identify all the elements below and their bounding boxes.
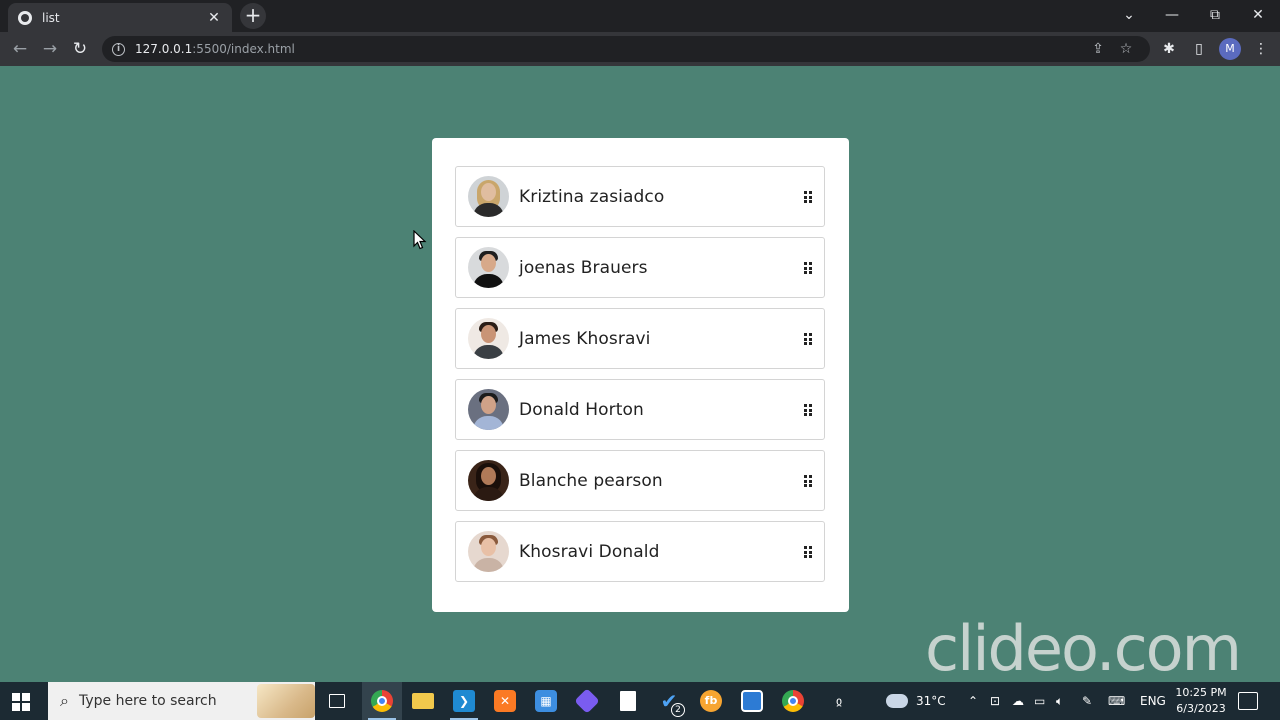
bookmark-star-icon[interactable]: ☆ [1112, 41, 1140, 57]
keyboard-icon[interactable]: ⌨ [1108, 682, 1125, 720]
chrome-taskbar-icon[interactable] [362, 682, 402, 720]
notification-badge: 2 [671, 703, 685, 717]
user-name: joenas Brauers [519, 257, 648, 278]
minimize-button[interactable]: — [1152, 0, 1192, 32]
screen-recorder-icon[interactable] [732, 682, 772, 720]
url-text[interactable]: 127.0.0.1:5500/index.html [135, 42, 1084, 56]
search-highlight-image [257, 684, 315, 718]
drag-handle-icon[interactable] [804, 475, 812, 487]
clipchamp-icon[interactable] [567, 682, 607, 720]
share-icon[interactable]: ⇪ [1084, 41, 1112, 57]
meet-now-icon[interactable]: ⊡ [990, 682, 1000, 720]
xampp-icon[interactable]: ✕ [485, 682, 525, 720]
task-view-icon[interactable] [317, 682, 357, 720]
avatar-james [468, 318, 509, 359]
tab-close-icon[interactable]: ✕ [206, 10, 222, 26]
taskbar-clock[interactable]: 10:25 PM 6/3/2023 [1172, 685, 1230, 717]
url-path: :5500/index.html [192, 42, 295, 56]
address-bar[interactable]: i 127.0.0.1:5500/index.html ⇪ ☆ [102, 36, 1150, 62]
list-item[interactable]: Kriztina zasiadco [455, 166, 825, 227]
reload-button[interactable]: ↻ [67, 36, 93, 62]
user-name: Blanche pearson [519, 470, 663, 491]
fb-app-icon[interactable]: fb [691, 682, 731, 720]
taskbar: ⌕ Type here to search ❯ ✕ ▦ ✔ 2 fb ჲ 31°… [0, 682, 1280, 720]
search-icon: ⌕ [60, 691, 69, 710]
language-indicator[interactable]: ENG [1140, 682, 1166, 720]
avatar-joenas [468, 247, 509, 288]
file-explorer-icon[interactable] [403, 682, 443, 720]
browser-menu-icon[interactable]: ⋮ [1250, 38, 1272, 60]
extensions-icon[interactable]: ✱ [1158, 38, 1180, 60]
taskbar-search[interactable]: ⌕ Type here to search [48, 682, 315, 720]
drag-handle-icon[interactable] [804, 191, 812, 203]
forward-button[interactable]: → [37, 36, 63, 62]
weather-widget[interactable]: 31°C [886, 682, 946, 720]
avatar-kriztina [468, 176, 509, 217]
drag-handle-icon[interactable] [804, 404, 812, 416]
browser-tab-strip: list ✕ + ⌄ — ⧉ ✕ [0, 0, 1280, 32]
notepad-icon[interactable] [608, 682, 648, 720]
list-item[interactable]: James Khosravi [455, 308, 825, 369]
user-list: Kriztina zasiadco joenas Brauers James K… [455, 166, 826, 592]
restore-button[interactable]: ⧉ [1195, 0, 1235, 32]
chrome-profile-taskbar-icon[interactable] [773, 682, 813, 720]
browser-toolbar: ← → ↻ i 127.0.0.1:5500/index.html ⇪ ☆ ✱ … [0, 32, 1280, 66]
browser-tab[interactable]: list ✕ [8, 3, 232, 32]
drag-handle-icon[interactable] [804, 262, 812, 274]
drag-handle-icon[interactable] [804, 546, 812, 558]
vscode-icon[interactable]: ❯ [444, 682, 484, 720]
todo-icon[interactable]: ✔ 2 [649, 682, 689, 720]
url-host: 127.0.0.1 [135, 42, 193, 56]
tab-search-button[interactable]: ⌄ [1109, 0, 1149, 32]
pen-icon[interactable]: ✎ [1082, 682, 1092, 720]
user-name: Kriztina zasiadco [519, 186, 665, 207]
user-name: Khosravi Donald [519, 541, 660, 562]
new-tab-button[interactable]: + [240, 3, 266, 29]
avatar-khosravi [468, 531, 509, 572]
search-placeholder: Type here to search [78, 693, 217, 709]
people-icon[interactable]: ჲ [836, 682, 842, 720]
globe-icon [18, 10, 32, 25]
avatar-blanche [468, 460, 509, 501]
onedrive-cloud-icon[interactable]: ☁ [1012, 682, 1024, 720]
avatar-donald [468, 389, 509, 430]
profile-avatar[interactable]: M [1219, 38, 1241, 60]
side-panel-icon[interactable]: ▯ [1188, 38, 1210, 60]
site-info-icon[interactable]: i [112, 42, 125, 56]
list-item[interactable]: Blanche pearson [455, 450, 825, 511]
user-name: James Khosravi [519, 328, 651, 349]
clock-time: 10:25 PM [1175, 686, 1227, 699]
mouse-cursor-icon [413, 230, 427, 250]
tab-title: list [42, 10, 60, 25]
list-item[interactable]: joenas Brauers [455, 237, 825, 298]
volume-icon[interactable]: 🔈︎ [1056, 682, 1063, 720]
back-button[interactable]: ← [7, 36, 33, 62]
drag-handle-icon[interactable] [804, 333, 812, 345]
battery-icon[interactable]: ▭ [1034, 682, 1045, 720]
list-item[interactable]: Khosravi Donald [455, 521, 825, 582]
weather-cloud-icon [886, 694, 908, 708]
user-name: Donald Horton [519, 399, 644, 420]
list-card: Kriztina zasiadco joenas Brauers James K… [432, 138, 849, 612]
show-hidden-icons-chevron-icon[interactable]: ⌃ [968, 682, 978, 720]
weather-temperature: 31°C [916, 694, 946, 708]
close-window-button[interactable]: ✕ [1238, 0, 1278, 32]
windows-start-icon[interactable] [12, 693, 30, 711]
store-icon[interactable]: ▦ [526, 682, 566, 720]
notification-center-icon[interactable] [1238, 692, 1258, 710]
clock-date: 6/3/2023 [1176, 702, 1226, 715]
watermark: clideo.com [925, 612, 1242, 685]
list-item[interactable]: Donald Horton [455, 379, 825, 440]
